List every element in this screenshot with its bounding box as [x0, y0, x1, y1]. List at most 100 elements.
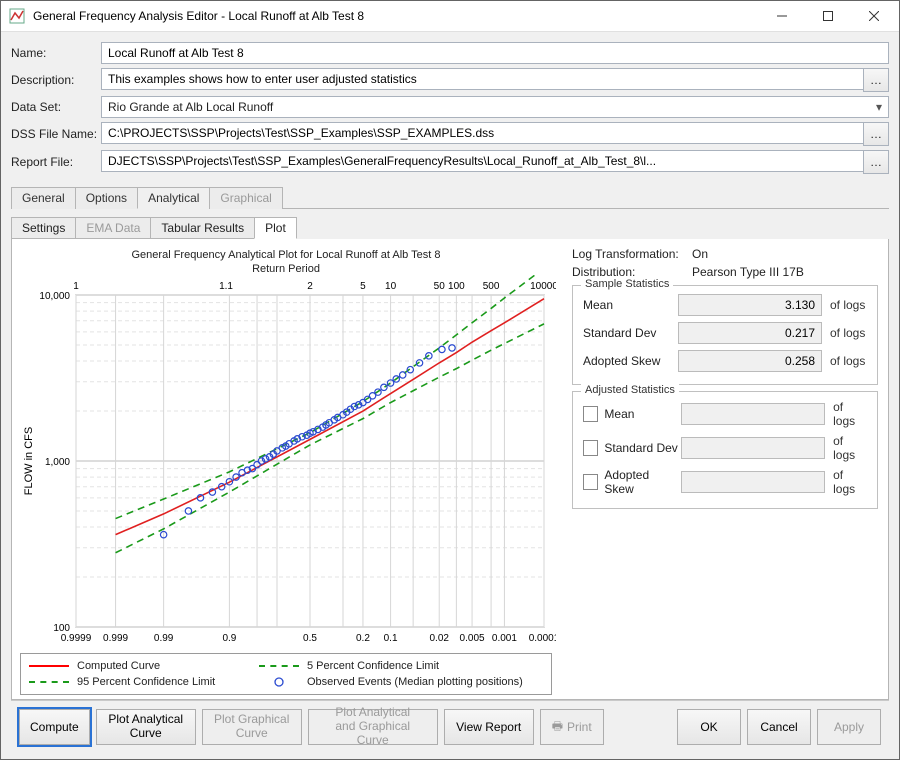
dssfile-field[interactable]	[101, 122, 864, 144]
adj-skew-label: Adopted Skew	[604, 468, 681, 496]
print-icon: 🖶	[552, 717, 563, 738]
reportfile-browse-button[interactable]: …	[863, 150, 889, 174]
svg-text:10000: 10000	[530, 281, 556, 292]
app-window: General Frequency Analysis Editor - Loca…	[0, 0, 900, 760]
subtab-plot[interactable]: Plot	[254, 217, 297, 239]
skew-suffix: of logs	[830, 354, 865, 368]
svg-text:0.0001: 0.0001	[529, 633, 556, 644]
svg-text:0.9999: 0.9999	[61, 633, 92, 644]
dist-label: Distribution:	[572, 265, 692, 279]
svg-text:FLOW in CFS: FLOW in CFS	[23, 427, 35, 495]
svg-text:0.9: 0.9	[222, 633, 236, 644]
svg-text:500: 500	[483, 281, 500, 292]
plot-legend: Computed Curve 5 Percent Confidence Limi…	[20, 653, 552, 695]
svg-text:0.2: 0.2	[356, 633, 370, 644]
subtab-settings[interactable]: Settings	[11, 217, 76, 239]
tab-analytical[interactable]: Analytical	[137, 187, 210, 209]
svg-text:0.5: 0.5	[303, 633, 317, 644]
skew-field[interactable]	[678, 350, 822, 372]
logtrans-value: On	[692, 247, 708, 261]
mean-field[interactable]	[678, 294, 822, 316]
name-field[interactable]	[101, 42, 889, 64]
svg-text:0.02: 0.02	[429, 633, 449, 644]
adj-skew-field[interactable]	[681, 471, 825, 493]
adj-mean-suffix: of logs	[833, 400, 867, 428]
svg-text:0.001: 0.001	[492, 633, 517, 644]
frequency-chart: 1001,00010,0000.99990.9990.990.90.50.20.…	[16, 275, 556, 647]
description-browse-button[interactable]: …	[863, 68, 889, 92]
plot-analytical-button[interactable]: Plot Analytical Curve	[96, 709, 196, 745]
description-field[interactable]	[101, 68, 864, 90]
plot-top-axis-label: Return Period	[16, 263, 556, 275]
dataset-combo[interactable]: Rio Grande at Alb Local Runoff ▾	[101, 96, 889, 118]
dssfile-browse-button[interactable]: …	[863, 122, 889, 146]
dssfile-label: DSS File Name:	[11, 127, 101, 141]
legend-label-cl95: 95 Percent Confidence Limit	[77, 676, 215, 688]
dataset-value: Rio Grande at Alb Local Runoff	[108, 100, 273, 114]
print-button[interactable]: 🖶Print	[540, 709, 604, 745]
adj-std-checkbox[interactable]	[583, 440, 598, 456]
plot-graphical-button[interactable]: Plot Graphical Curve	[202, 709, 302, 745]
name-label: Name:	[11, 46, 101, 60]
adj-std-suffix: of logs	[833, 434, 867, 462]
svg-text:1,000: 1,000	[45, 457, 70, 468]
legend-swatch-obs	[259, 677, 299, 687]
tab-options[interactable]: Options	[75, 187, 138, 209]
skew-label: Adopted Skew	[583, 354, 678, 368]
maximize-button[interactable]	[805, 1, 851, 31]
std-suffix: of logs	[830, 326, 865, 340]
minimize-button[interactable]	[759, 1, 805, 31]
adj-std-field[interactable]	[681, 437, 825, 459]
sample-stats-group: Sample Statistics Meanof logs Standard D…	[572, 285, 878, 385]
close-button[interactable]	[851, 1, 897, 31]
ok-button[interactable]: OK	[677, 709, 741, 745]
dist-value: Pearson Type III 17B	[692, 265, 804, 279]
adjusted-stats-title: Adjusted Statistics	[581, 384, 679, 396]
legend-label-obs: Observed Events (Median plotting positio…	[307, 676, 523, 688]
tab-graphical[interactable]: Graphical	[209, 187, 282, 209]
adj-skew-suffix: of logs	[833, 468, 867, 496]
chevron-down-icon: ▾	[876, 100, 882, 114]
svg-text:10: 10	[385, 281, 397, 292]
mean-suffix: of logs	[830, 298, 865, 312]
adj-mean-label: Mean	[604, 407, 681, 421]
std-field[interactable]	[678, 322, 822, 344]
svg-text:100: 100	[448, 281, 465, 292]
svg-text:50: 50	[434, 281, 446, 292]
tab-general[interactable]: General	[11, 187, 76, 209]
dataset-label: Data Set:	[11, 100, 101, 114]
legend-swatch-computed	[29, 665, 69, 667]
plot-title: General Frequency Analytical Plot for Lo…	[16, 249, 556, 261]
window-title: General Frequency Analysis Editor - Loca…	[33, 9, 759, 23]
svg-text:2: 2	[307, 281, 313, 292]
svg-text:5: 5	[360, 281, 366, 292]
reportfile-field[interactable]	[101, 150, 864, 172]
plot-both-button[interactable]: Plot Analytical and Graphical Curve	[308, 709, 438, 745]
adj-mean-field[interactable]	[681, 403, 825, 425]
logtrans-label: Log Transformation:	[572, 247, 692, 261]
footer-spacer	[610, 709, 671, 745]
plot-column: General Frequency Analytical Plot for Lo…	[16, 247, 556, 695]
main-tabs: General Options Analytical Graphical	[11, 186, 889, 209]
content-area: Name: Description: … Data Set: Rio Grand…	[1, 32, 899, 759]
stats-column: Log Transformation:On Distribution:Pears…	[556, 247, 878, 695]
adj-skew-checkbox[interactable]	[583, 474, 598, 490]
window-buttons	[759, 1, 897, 31]
svg-text:0.999: 0.999	[103, 633, 128, 644]
subtab-ema[interactable]: EMA Data	[75, 217, 151, 239]
legend-label-cl5: 5 Percent Confidence Limit	[307, 660, 439, 672]
svg-text:1: 1	[73, 281, 79, 292]
compute-button[interactable]: Compute	[19, 709, 90, 745]
adj-std-label: Standard Dev	[604, 441, 681, 455]
svg-text:10,000: 10,000	[39, 291, 70, 302]
adj-mean-checkbox[interactable]	[583, 406, 598, 422]
cancel-button[interactable]: Cancel	[747, 709, 811, 745]
titlebar: General Frequency Analysis Editor - Loca…	[1, 1, 899, 32]
std-label: Standard Dev	[583, 326, 678, 340]
view-report-button[interactable]: View Report	[444, 709, 534, 745]
subtab-tabular[interactable]: Tabular Results	[150, 217, 255, 239]
apply-button[interactable]: Apply	[817, 709, 881, 745]
legend-swatch-cl95	[29, 681, 69, 683]
svg-text:1.1: 1.1	[219, 281, 233, 292]
legend-label-computed: Computed Curve	[77, 660, 160, 672]
